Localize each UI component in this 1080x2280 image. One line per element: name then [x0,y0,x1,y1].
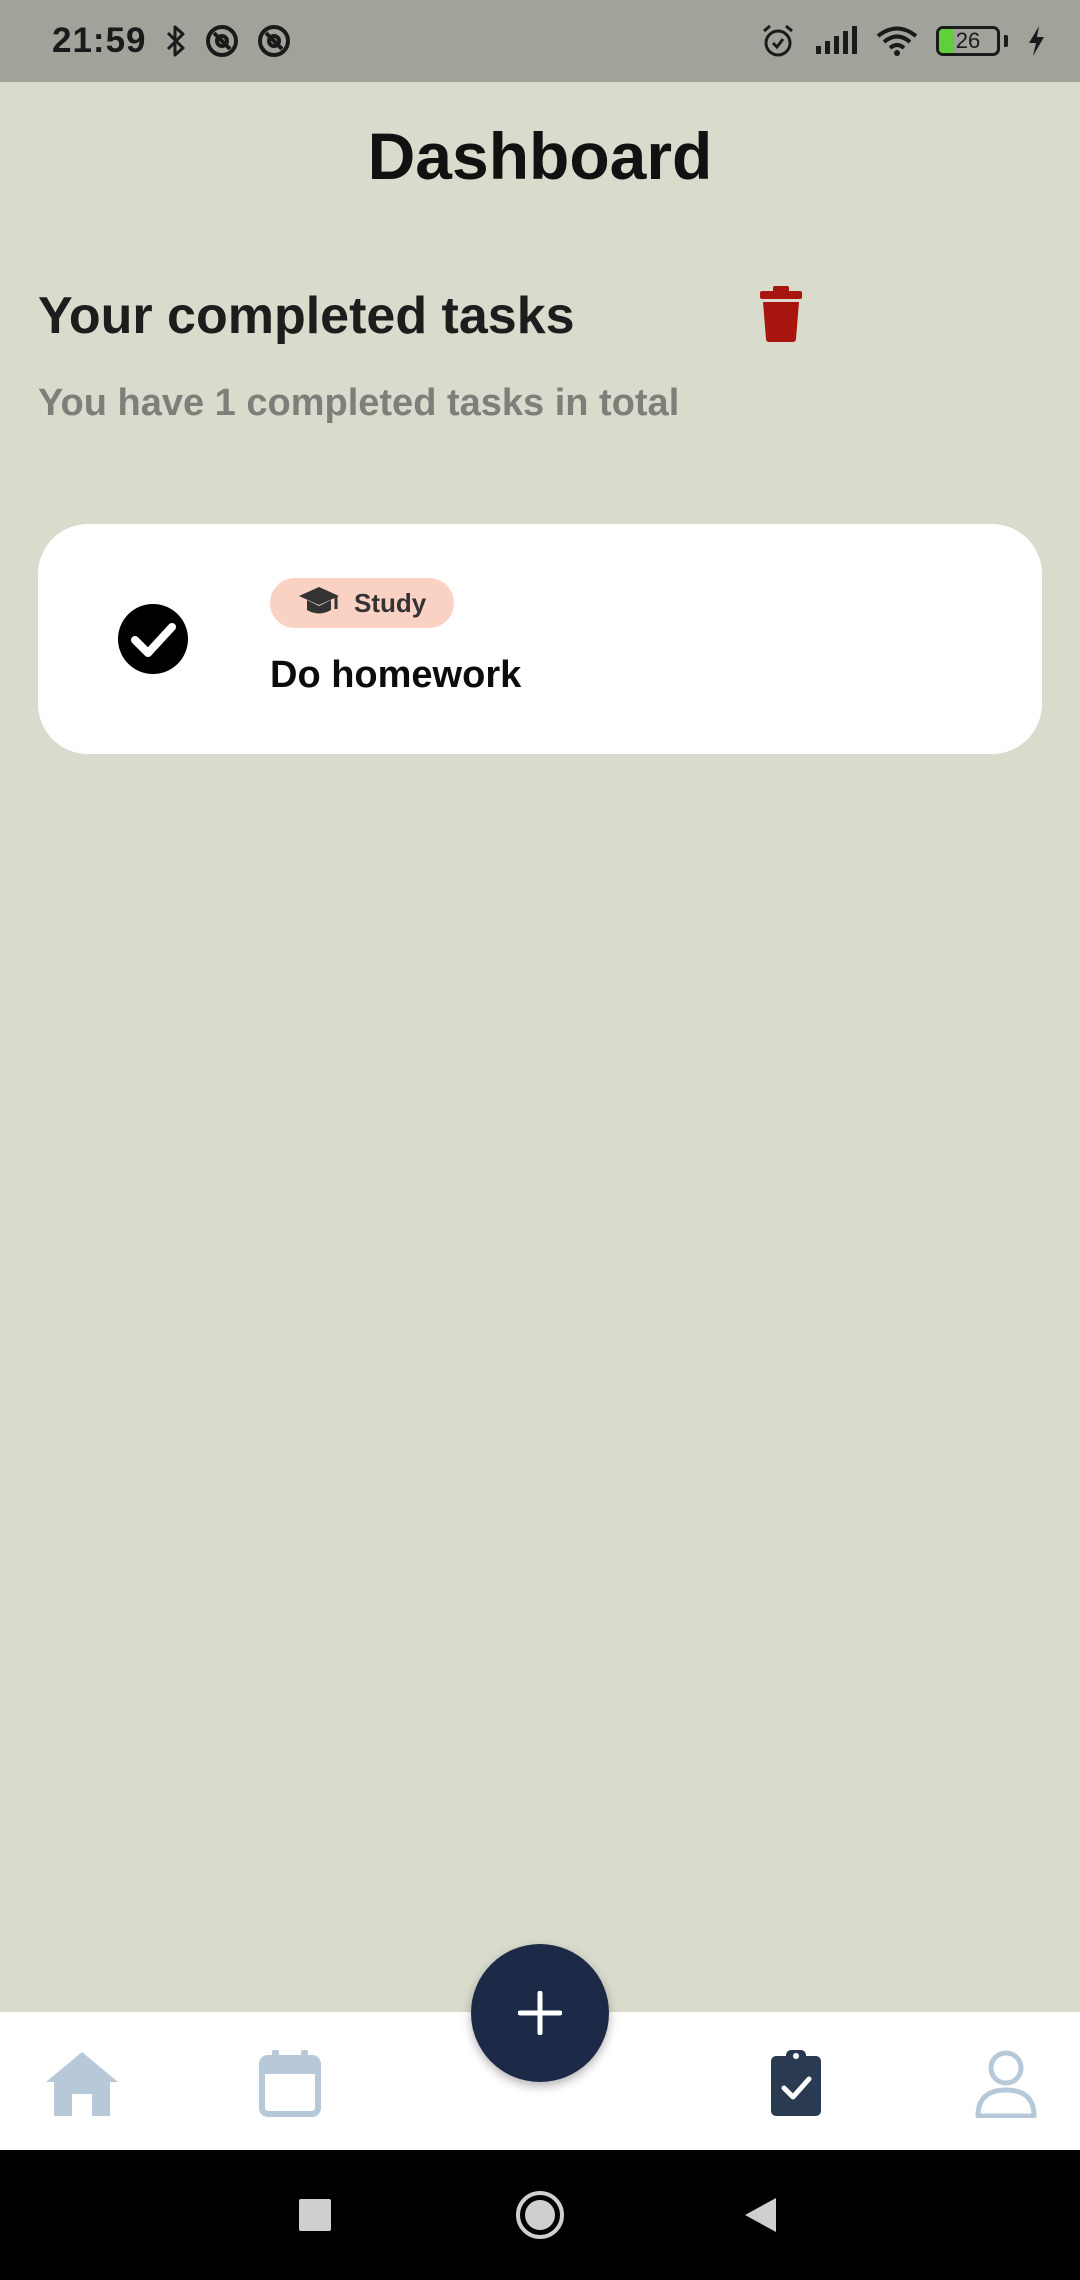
system-home-button[interactable] [505,2180,575,2250]
battery-cap [1004,35,1008,47]
calendar-icon [259,2050,321,2117]
home-icon [46,2052,118,2116]
bluetooth-icon [165,24,187,58]
add-task-button[interactable] [471,1944,609,2082]
profile-icon [975,2050,1037,2118]
status-right: 26 [760,23,1046,59]
section-subtitle: You have 1 completed tasks in total [38,382,680,424]
add-icon [518,1991,562,2035]
status-left: 21:59 [52,21,291,61]
back-icon [745,2198,776,2232]
alarm-icon [760,23,796,59]
task-complete-checkbox[interactable] [118,604,188,674]
nav-completed[interactable] [756,2046,836,2120]
category-label: Study [354,587,427,618]
home-circle-icon [516,2191,564,2239]
charging-icon [1026,25,1046,57]
nav-profile[interactable] [966,2046,1046,2120]
section-title: Your completed tasks [38,287,575,345]
status-bar: 21:59 26 [0,0,1080,82]
wifi-icon [876,25,918,57]
graduation-cap-icon [298,585,340,622]
at-sign-icon [205,24,239,58]
battery-fill [939,29,955,53]
back-button[interactable] [725,2180,795,2250]
check-circle-icon [118,604,188,674]
recent-apps-icon [299,2199,331,2231]
task-card[interactable]: Study Do homework [38,524,1042,754]
recent-apps-button[interactable] [280,2180,350,2250]
system-nav-bar [0,2150,1080,2280]
signal-icon [814,26,858,56]
clipboard-check-icon [771,2050,821,2116]
page-title: Dashboard [367,119,713,193]
nav-calendar[interactable] [250,2046,330,2120]
task-name: Do homework [270,654,522,696]
battery-icon: 26 [936,26,1000,56]
nav-home[interactable] [42,2046,122,2120]
category-chip: Study [270,578,455,628]
at-sign-icon [257,24,291,58]
battery-level: 26 [955,28,981,53]
delete-all-button[interactable] [756,285,806,347]
trash-icon [760,285,802,347]
status-time: 21:59 [52,21,147,60]
